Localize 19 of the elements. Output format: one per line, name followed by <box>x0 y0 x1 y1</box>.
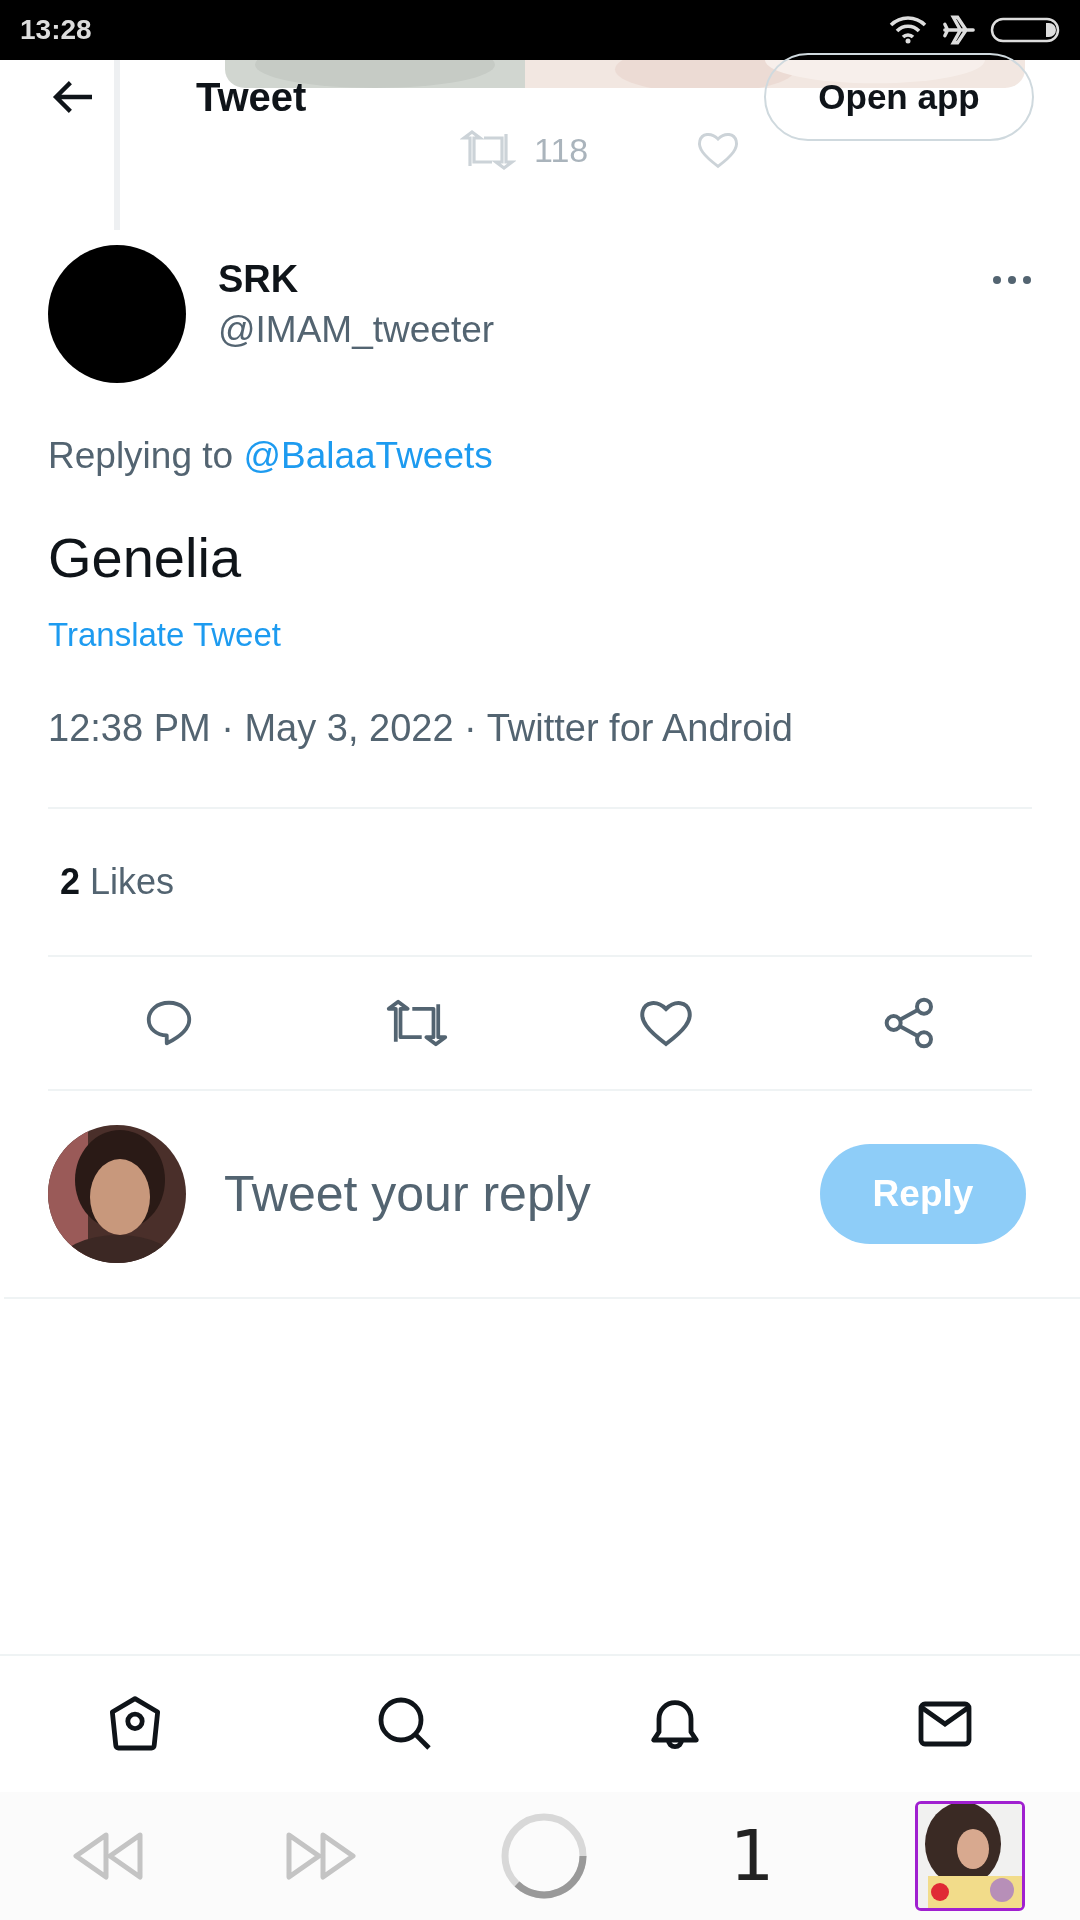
retweet-icon <box>460 130 516 170</box>
airplane-icon <box>942 13 976 47</box>
retweet-icon[interactable] <box>384 998 450 1048</box>
clock: 13:28 <box>20 14 92 46</box>
more-icon[interactable] <box>992 275 1032 285</box>
retweet-count: 118 <box>534 130 589 170</box>
heart-icon <box>696 130 741 170</box>
user-handle[interactable]: @IMAM_tweeter <box>218 308 495 351</box>
battery-icon <box>990 15 1062 45</box>
likes-count[interactable]: 2 Likes <box>48 809 1032 955</box>
tweet-text: Genelia <box>48 525 243 590</box>
tweet-timestamp: 12:38 PM · May 3, 2022 · Twitter for Android <box>48 707 794 750</box>
replying-to-text: Replying to @BalaaTweets <box>48 435 494 477</box>
user-name[interactable]: SRK <box>218 257 495 301</box>
open-app-button[interactable]: Open app <box>764 53 1034 141</box>
reply-input[interactable]: Tweet your reply <box>222 1164 820 1224</box>
page-title: Tweet <box>196 74 307 120</box>
wifi-icon <box>888 15 928 45</box>
page-counter: 1 <box>729 1815 775 1897</box>
